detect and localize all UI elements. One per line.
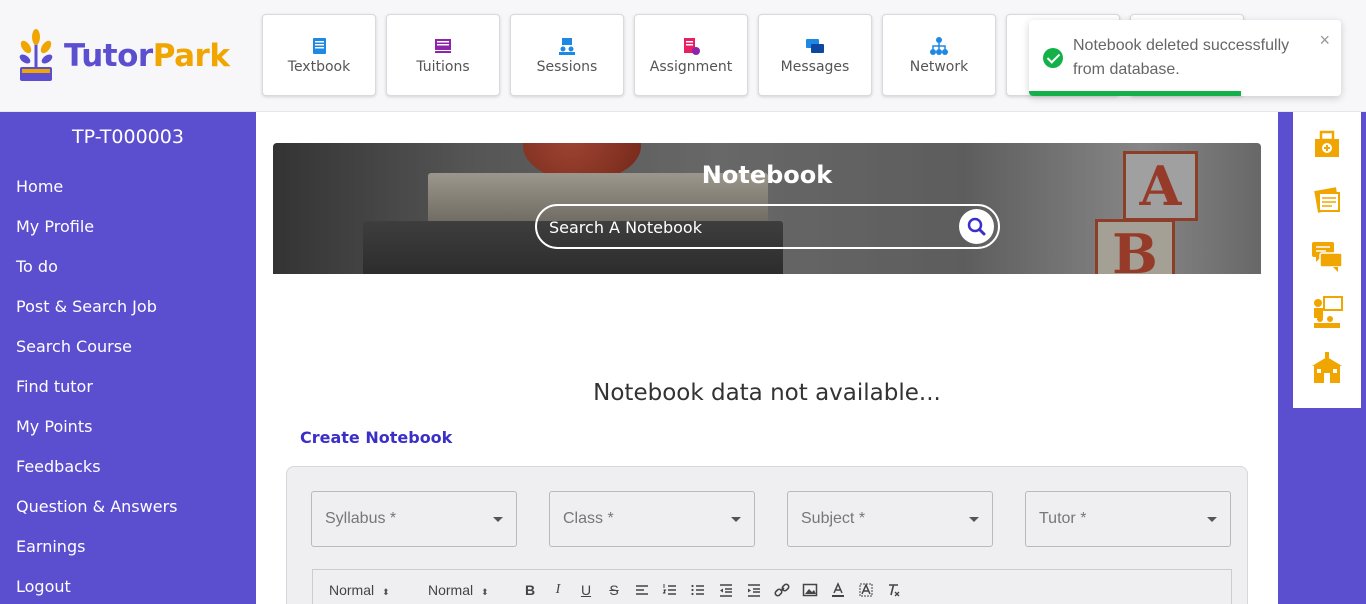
search-placeholder: Search A Notebook	[549, 218, 702, 237]
sidebar: TP-T000003 Home My Profile To do Post & …	[0, 112, 256, 604]
underline-icon[interactable]: U	[577, 581, 595, 599]
sidebar-item-earnings[interactable]: Earnings	[16, 537, 177, 577]
select-label: Tutor *	[1039, 510, 1087, 527]
main-content: A B Notebook Search A Notebook Notebook …	[256, 128, 1278, 604]
nav-network-button[interactable]: Network	[882, 14, 996, 96]
textbook-icon	[313, 37, 326, 54]
nav-label: Tuitions	[416, 58, 470, 75]
caret-down-icon	[1207, 517, 1217, 522]
sidebar-item-my-profile[interactable]: My Profile	[16, 217, 177, 257]
page-title: Notebook	[701, 161, 833, 189]
classroom-icon[interactable]	[1310, 295, 1344, 329]
user-id: TP-T000003	[72, 126, 184, 148]
ordered-list-icon[interactable]	[661, 581, 679, 599]
nav-label: Sessions	[536, 58, 598, 75]
indent-icon[interactable]	[745, 581, 763, 599]
create-notebook-link[interactable]: Create Notebook	[300, 428, 452, 447]
toast-close-button[interactable]: ×	[1319, 30, 1330, 51]
notebook-banner: A B Notebook Search A Notebook	[273, 143, 1261, 274]
create-notebook-form: Syllabus * Class * Subject * Tutor * Nor…	[286, 466, 1248, 604]
select-label: Syllabus *	[325, 510, 397, 527]
nav-textbook-button[interactable]: Textbook	[262, 14, 376, 96]
align-icon[interactable]	[633, 581, 651, 599]
text-color-icon[interactable]	[829, 581, 847, 599]
outdent-icon[interactable]	[717, 581, 735, 599]
assignment-icon	[684, 37, 700, 55]
sidebar-item-to-do[interactable]: To do	[16, 257, 177, 297]
nav-tuitions-button[interactable]: Tuitions	[386, 14, 500, 96]
sidebar-item-find-tutor[interactable]: Find tutor	[16, 377, 177, 417]
caret-down-icon	[493, 517, 503, 522]
sidebar-menu: Home My Profile To do Post & Search Job …	[16, 177, 177, 604]
image-icon[interactable]	[801, 581, 819, 599]
success-toast: Notebook deleted successfully from datab…	[1029, 20, 1341, 96]
editor-toolbar: Normal ⬍ Normal ⬍ B I U S	[312, 569, 1232, 604]
notebook-search-input[interactable]: Search A Notebook	[535, 204, 1000, 249]
nav-label: Messages	[780, 58, 850, 75]
sidebar-item-question-answers[interactable]: Question & Answers	[16, 497, 177, 537]
logo-tree-icon	[19, 29, 53, 81]
right-icon-bar	[1293, 112, 1361, 408]
subject-select[interactable]: Subject *	[787, 491, 993, 547]
strikethrough-icon[interactable]: S	[605, 581, 623, 599]
tutorpark-logo[interactable]: TutorPark	[14, 26, 244, 86]
toast-message: Notebook deleted successfully from datab…	[1073, 37, 1290, 78]
empty-state-message: Notebook data not available...	[593, 380, 941, 406]
nav-sessions-button[interactable]: Sessions	[510, 14, 624, 96]
chat-bubbles-icon[interactable]	[1310, 239, 1344, 273]
search-button[interactable]	[959, 209, 994, 244]
check-circle-icon	[1043, 48, 1063, 68]
notebook-stack-icon[interactable]	[1310, 183, 1344, 217]
nav-messages-button[interactable]: Messages	[758, 14, 872, 96]
italic-icon[interactable]: I	[549, 581, 567, 599]
select-label: Subject *	[801, 510, 866, 527]
logo-wordmark: TutorPark	[64, 38, 230, 74]
sidebar-item-feedbacks[interactable]: Feedbacks	[16, 457, 177, 497]
sidebar-item-my-points[interactable]: My Points	[16, 417, 177, 457]
link-icon[interactable]	[773, 581, 791, 599]
medical-kit-icon[interactable]	[1310, 127, 1344, 161]
toast-progress-bar	[1029, 91, 1242, 96]
sidebar-item-logout[interactable]: Logout	[16, 577, 177, 604]
tutor-select[interactable]: Tutor *	[1025, 491, 1231, 547]
tuitions-icon	[435, 38, 451, 53]
sidebar-item-home[interactable]: Home	[16, 177, 177, 217]
logo-text-park: Park	[152, 38, 230, 74]
messages-icon	[806, 38, 824, 53]
sidebar-item-search-course[interactable]: Search Course	[16, 337, 177, 377]
bold-icon[interactable]: B	[521, 581, 539, 599]
logo-text-tutor: Tutor	[64, 38, 153, 74]
caret-down-icon	[969, 517, 979, 522]
select-label: Class *	[563, 510, 614, 527]
school-icon[interactable]	[1310, 351, 1344, 385]
nav-assignment-button[interactable]: Assignment	[634, 14, 748, 96]
bullet-list-icon[interactable]	[689, 581, 707, 599]
heading-select[interactable]: Normal ⬍	[428, 582, 489, 598]
nav-label: Assignment	[649, 58, 733, 75]
nav-label: Textbook	[287, 58, 351, 75]
clear-formatting-icon[interactable]	[885, 581, 903, 599]
background-color-icon[interactable]	[857, 581, 875, 599]
syllabus-select[interactable]: Syllabus *	[311, 491, 517, 547]
font-size-select[interactable]: Normal ⬍	[329, 582, 390, 598]
caret-down-icon	[731, 517, 741, 522]
nav-label: Network	[909, 58, 969, 75]
sidebar-item-post-search-job[interactable]: Post & Search Job	[16, 297, 177, 337]
class-select[interactable]: Class *	[549, 491, 755, 547]
sessions-icon	[559, 37, 575, 55]
search-icon	[967, 217, 986, 236]
network-icon	[930, 36, 948, 55]
